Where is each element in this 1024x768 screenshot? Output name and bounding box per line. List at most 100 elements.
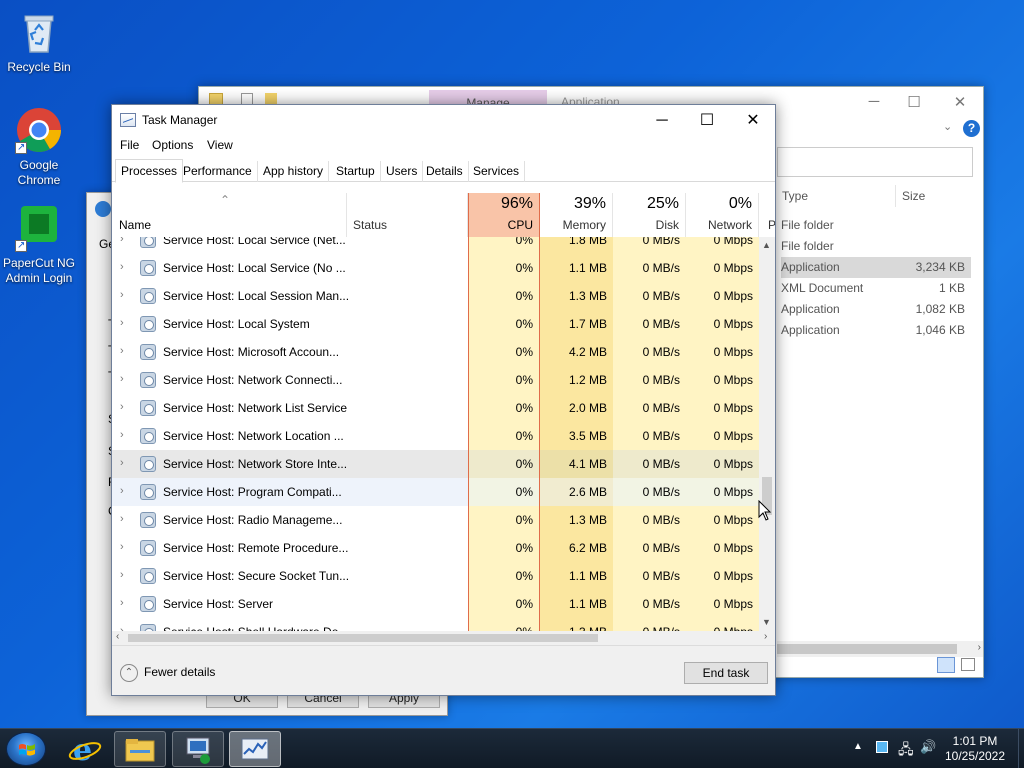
tab-processes[interactable]: Processes: [115, 159, 184, 183]
tab-bar: Processes Performance App history Startu…: [112, 159, 775, 183]
scroll-right-icon[interactable]: ›: [978, 642, 981, 653]
minimize-button[interactable]: ─: [639, 109, 685, 133]
menu-file[interactable]: File: [120, 138, 139, 152]
process-row[interactable]: › Service Host: Secure Socket Tun... 0% 1.1…: [112, 562, 762, 590]
column-header-disk[interactable]: 25% Disk: [613, 193, 686, 237]
process-row[interactable]: › Service Host: Microsoft Accoun... 0% 4.2 …: [112, 338, 762, 366]
show-hidden-icons-button[interactable]: ▲: [853, 741, 863, 752]
process-row[interactable]: › Service Host: Local System 0% 1.7 MB 0 MB/…: [112, 310, 762, 338]
desktop-icon-google-chrome[interactable]: Google Chrome: [1, 106, 77, 188]
explorer-horizontal-scrollbar[interactable]: ›: [777, 641, 983, 657]
expand-chevron-icon[interactable]: ›: [120, 457, 124, 469]
scroll-thumb[interactable]: [777, 644, 957, 654]
expand-chevron-icon[interactable]: ›: [120, 429, 124, 441]
taskbar-network-app[interactable]: [172, 731, 224, 767]
tab-services[interactable]: Services: [468, 161, 526, 182]
scroll-down-icon[interactable]: ▼: [762, 617, 771, 627]
process-network: 0 Mbps: [686, 338, 759, 366]
volume-icon[interactable]: 🔊: [920, 739, 936, 755]
desktop-icon-papercut[interactable]: PaperCut NG Admin Login: [1, 204, 77, 286]
process-row[interactable]: › Service Host: Remote Procedure... 0% 6.2 …: [112, 534, 762, 562]
column-header-network[interactable]: 0% Network: [686, 193, 759, 237]
taskbar-internet-explorer[interactable]: e: [58, 731, 110, 767]
large-icons-view-icon[interactable]: [961, 658, 975, 671]
column-header-memory[interactable]: 39% Memory: [540, 193, 613, 237]
show-desktop-button[interactable]: [1018, 729, 1024, 768]
search-box[interactable]: [777, 147, 973, 177]
column-header-size[interactable]: Size: [902, 189, 925, 203]
taskbar-task-manager[interactable]: [229, 731, 281, 767]
network-icon[interactable]: 🖧: [898, 739, 914, 763]
process-row[interactable]: › Service Host: Network Connecti... 0% 1.2 …: [112, 366, 762, 394]
process-row[interactable]: › Service Host: Radio Manageme... 0% 1.3 MB…: [112, 506, 762, 534]
ribbon-expand-icon[interactable]: ⌄: [943, 120, 952, 133]
file-row[interactable]: Application 1,046 KB: [781, 320, 971, 341]
process-row[interactable]: › Service Host: Local Service (No ... 0% 1.…: [112, 254, 762, 282]
action-center-icon[interactable]: [876, 741, 888, 753]
process-row[interactable]: › Service Host: Local Session Man... 0% 1.3…: [112, 282, 762, 310]
start-button[interactable]: [6, 732, 46, 766]
column-header-name[interactable]: ⌃ Name: [112, 193, 347, 237]
column-header-cpu[interactable]: 96% CPU: [468, 193, 540, 237]
column-header-power[interactable]: P: [759, 193, 775, 237]
expand-chevron-icon[interactable]: ›: [120, 569, 124, 581]
tab-startup[interactable]: Startup: [331, 161, 381, 182]
scroll-thumb[interactable]: [128, 634, 598, 642]
expand-chevron-icon[interactable]: ›: [120, 373, 124, 385]
close-icon[interactable]: ✕: [945, 93, 975, 111]
process-row[interactable]: › Service Host: Network Location ... 0% 3.5…: [112, 422, 762, 450]
expand-chevron-icon[interactable]: ›: [120, 289, 124, 301]
process-network: 0 Mbps: [686, 310, 759, 338]
service-gear-icon: [140, 237, 156, 248]
process-list-scrollbar[interactable]: ▲ ▼: [759, 237, 775, 631]
tab-details[interactable]: Details: [421, 161, 469, 182]
file-row-selected[interactable]: Application 3,234 KB: [781, 257, 971, 278]
scroll-left-icon[interactable]: ‹: [116, 631, 119, 642]
taskbar-clock[interactable]: 1:01 PM 10/25/2022: [940, 734, 1010, 764]
fewer-details-link[interactable]: ⌃ Fewer details: [120, 664, 215, 682]
expand-chevron-icon[interactable]: ›: [120, 541, 124, 553]
details-view-icon[interactable]: [937, 657, 955, 673]
shortcut-arrow-icon: [15, 140, 27, 155]
file-row[interactable]: File folder: [781, 215, 971, 236]
process-network: 0 Mbps: [686, 618, 759, 631]
scroll-right-icon[interactable]: ›: [764, 631, 767, 642]
expand-chevron-icon[interactable]: ›: [120, 261, 124, 273]
desktop-icon-recycle-bin[interactable]: Recycle Bin: [1, 8, 77, 75]
process-disk: 0 MB/s: [613, 478, 686, 506]
process-row[interactable]: › Service Host: Local Service (Net... 0% 1.…: [112, 237, 762, 254]
help-icon[interactable]: ?: [963, 120, 980, 137]
tab-users[interactable]: Users: [381, 161, 424, 182]
expand-chevron-icon[interactable]: ›: [120, 317, 124, 329]
expand-chevron-icon[interactable]: ›: [120, 401, 124, 413]
menu-view[interactable]: View: [207, 138, 233, 152]
expand-chevron-icon[interactable]: ›: [120, 485, 124, 497]
process-row[interactable]: › Service Host: Network Store Inte... 0% 4.…: [112, 450, 762, 478]
task-manager-window[interactable]: Task Manager ─ ☐ ✕ File Options View Pro…: [111, 104, 776, 696]
process-row[interactable]: › Service Host: Network List Service 0% 2.0…: [112, 394, 762, 422]
taskbar-file-explorer[interactable]: [114, 731, 166, 767]
end-task-button[interactable]: End task: [684, 662, 768, 684]
expand-chevron-icon[interactable]: ›: [120, 513, 124, 525]
memory-total: 39%: [573, 195, 606, 212]
expand-chevron-icon[interactable]: ›: [120, 597, 124, 609]
scroll-up-icon[interactable]: ▲: [762, 240, 771, 250]
file-row[interactable]: File folder: [781, 236, 971, 257]
column-header-status[interactable]: Status: [347, 193, 468, 237]
close-button[interactable]: ✕: [730, 109, 775, 133]
column-header-type[interactable]: Type: [782, 189, 808, 203]
file-row[interactable]: Application 1,082 KB: [781, 299, 971, 320]
expand-chevron-icon[interactable]: ›: [120, 237, 124, 245]
tab-app-history[interactable]: App history: [258, 161, 330, 182]
menu-options[interactable]: Options: [152, 138, 193, 152]
maximize-button[interactable]: ☐: [684, 109, 730, 133]
process-row[interactable]: ›Service Host: Shell Hardware De...0%1.3…: [112, 618, 762, 631]
file-row[interactable]: XML Document 1 KB: [781, 278, 971, 299]
process-row[interactable]: › Service Host: Program Compati... 0% 2.6 M…: [112, 478, 762, 506]
process-row[interactable]: › Service Host: Server 0% 1.1 MB 0 MB/s 0 Mbp…: [112, 590, 762, 618]
tab-performance[interactable]: Performance: [178, 161, 258, 182]
process-list-horizontal-scrollbar[interactable]: ‹ ›: [112, 631, 775, 645]
expand-chevron-icon[interactable]: ›: [120, 345, 124, 357]
minimize-icon[interactable]: ─: [859, 93, 889, 110]
maximize-icon[interactable]: ☐: [899, 93, 929, 111]
